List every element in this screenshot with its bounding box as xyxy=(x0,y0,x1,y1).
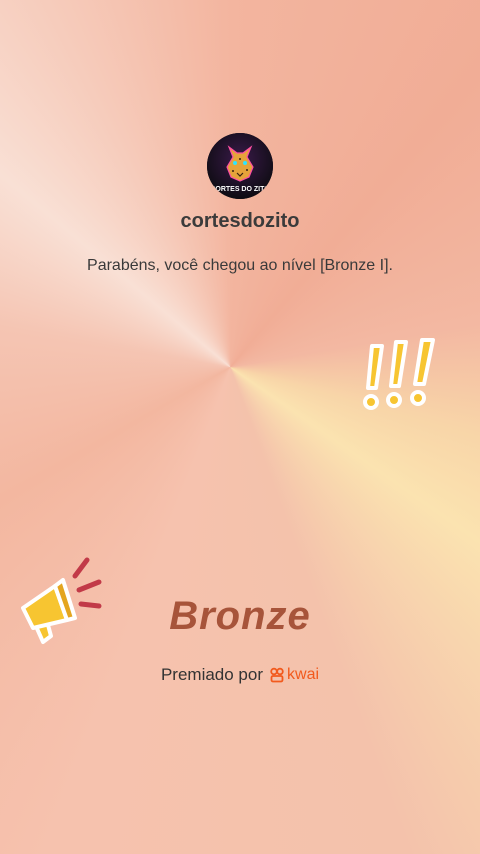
avatar-text: CORTES DO ZITO xyxy=(210,186,270,193)
awarded-label: Premiado por xyxy=(160,665,264,684)
awarded-by: Premiado por kwai xyxy=(0,665,480,685)
level-title: Bronze xyxy=(169,594,311,638)
exclamation-marks-icon xyxy=(363,338,435,410)
kwai-brand[interactable]: kwai xyxy=(269,666,319,684)
brand-name: kwai xyxy=(287,666,320,683)
level-message: Parabéns, você chegou ao nível [Bronze I… xyxy=(87,257,393,274)
kwai-logo-icon xyxy=(270,667,284,683)
avatar[interactable]: CORTES DO ZITO xyxy=(207,133,273,199)
username: cortesdozito xyxy=(180,210,300,232)
